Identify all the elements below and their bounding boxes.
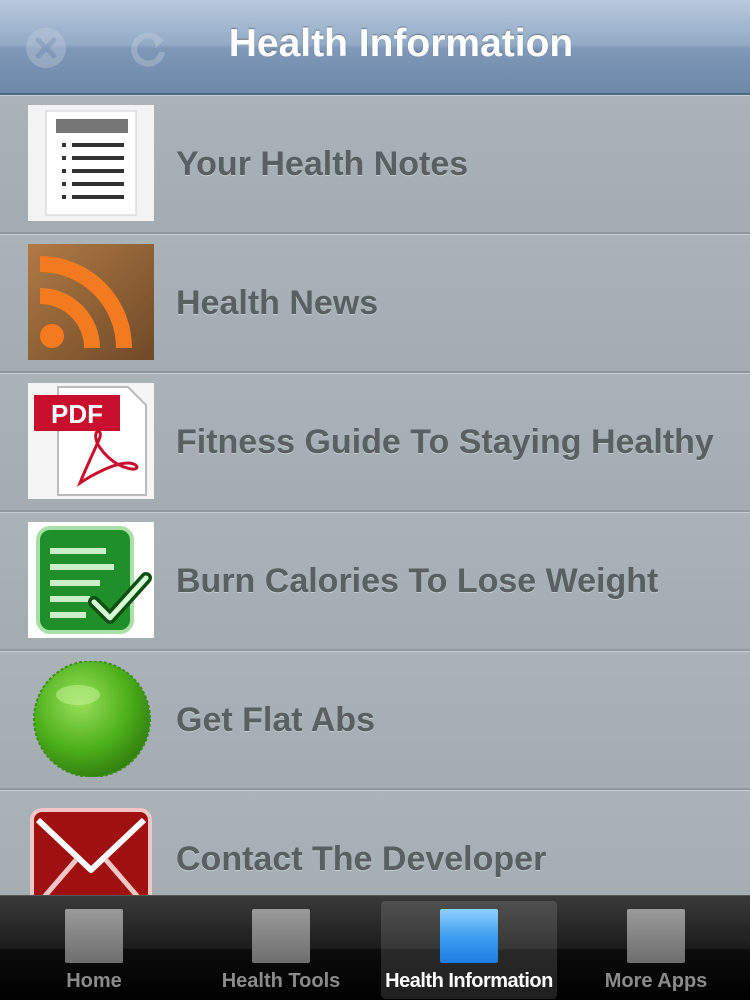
mail-envelope-icon	[30, 808, 152, 895]
list-item-label: Fitness Guide To Staying Healthy	[176, 422, 714, 461]
tab-label: Health Information	[385, 970, 553, 992]
tab-home[interactable]: Home	[6, 901, 182, 999]
tab-health-tools[interactable]: Health Tools	[193, 901, 369, 999]
tab-label: More Apps	[604, 970, 708, 992]
navigation-bar: Health Information	[0, 0, 750, 95]
pdf-document-icon: PDF	[28, 383, 154, 499]
svg-text:PDF: PDF	[51, 399, 103, 429]
tab-health-information[interactable]: Health Information	[381, 901, 557, 999]
list-item-flat-abs[interactable]: Get Flat Abs	[0, 651, 750, 790]
health-tools-tab-icon	[252, 909, 310, 963]
page-title: Health Information	[228, 22, 574, 65]
menu-list: Your Health Notes Health News PDF Fitnes…	[0, 95, 750, 895]
checklist-icon	[28, 522, 154, 638]
list-item-health-news[interactable]: Health News	[0, 234, 750, 373]
list-item-label: Get Flat Abs	[176, 700, 375, 739]
list-item-fitness-guide[interactable]: PDF Fitness Guide To Staying Healthy	[0, 373, 750, 512]
list-item-label: Burn Calories To Lose Weight	[176, 561, 659, 600]
list-item-health-notes[interactable]: Your Health Notes	[0, 95, 750, 234]
more-apps-tab-icon	[627, 909, 685, 963]
list-item-label: Health News	[176, 283, 379, 322]
notes-document-icon	[28, 105, 154, 221]
rss-feed-icon	[28, 244, 154, 360]
home-tab-icon	[65, 909, 123, 963]
tab-bar: Home Health Tools Health Information Mor…	[0, 895, 750, 1000]
tab-label: Health Tools	[221, 970, 341, 992]
list-item-label: Your Health Notes	[176, 144, 469, 183]
list-item-label: Contact The Developer	[176, 839, 547, 878]
list-item-contact-developer[interactable]: Contact The Developer	[0, 790, 750, 895]
health-information-tab-icon	[440, 909, 498, 963]
green-ball-icon	[33, 661, 151, 777]
tab-more-apps[interactable]: More Apps	[568, 901, 744, 999]
list-item-burn-calories[interactable]: Burn Calories To Lose Weight	[0, 512, 750, 651]
tab-label: Home	[66, 970, 122, 992]
